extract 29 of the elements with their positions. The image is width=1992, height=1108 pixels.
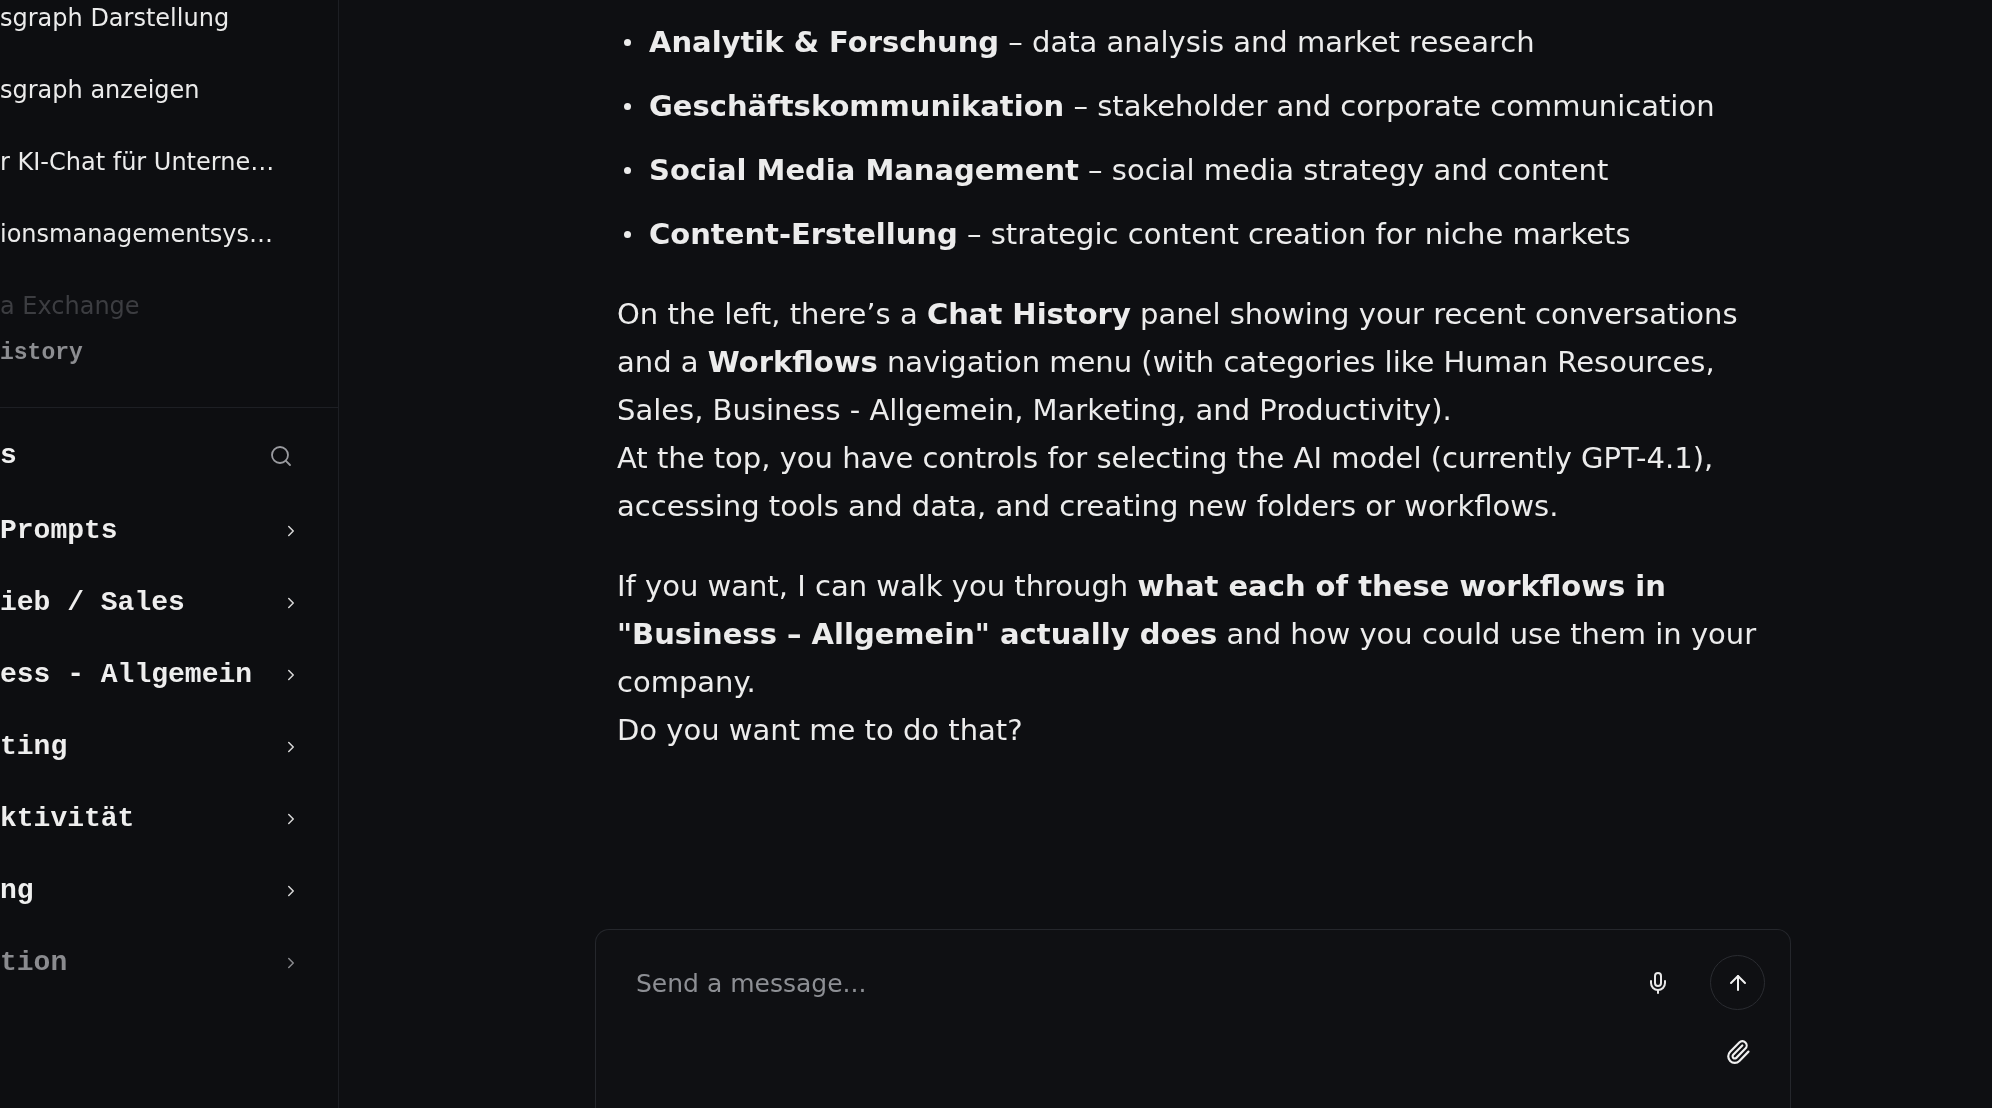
workflow-category[interactable]: ting xyxy=(0,731,68,763)
chat-history-item[interactable]: sgraph Darstellung xyxy=(0,3,230,33)
bullet-text: Content-Erstellung – strategic content creation for niche markets xyxy=(649,216,1631,253)
message-composer[interactable]: Send a message... xyxy=(595,929,1791,1108)
chat-history-item[interactable]: sgraph anzeigen xyxy=(0,75,200,105)
bullet-icon xyxy=(624,102,631,110)
message-paragraph: Do you want me to do that? xyxy=(617,712,1024,749)
bullet-text: Analytik & Forschung – data analysis and market research xyxy=(649,24,1535,61)
message-paragraph: If you want, I can walk you through what each of these workflows in "Business – Allgemein" actually does and how you could use them in your company. xyxy=(617,568,1758,701)
workflow-category[interactable]: Prompts xyxy=(0,515,118,547)
bullet-text: Geschäftskommunikation – stakeholder and corporate communication xyxy=(649,88,1715,125)
workflow-category[interactable]: ktivität xyxy=(0,803,135,835)
workflow-category[interactable]: ieb / Sales xyxy=(0,587,185,619)
workflow-category[interactable]: ess - Allgemein xyxy=(0,659,253,691)
chat-history-item[interactable]: r KI-Chat für Unterne… xyxy=(0,147,275,177)
workflow-category[interactable]: tion xyxy=(0,947,68,979)
section-heading: s xyxy=(0,440,17,472)
bullet-text: Social Media Management – social media strategy and content xyxy=(649,152,1609,189)
bullet-icon xyxy=(624,166,631,174)
bullet-icon xyxy=(624,230,631,238)
message-paragraph: At the top, you have controls for selecting the AI model (currently GPT-4.1), accessing tools and data, and creating new folders or workflows. xyxy=(617,440,1715,525)
message-paragraph: On the left, there’s a Chat History panel showing your recent conversations and a Workflows navigation menu (with categories like Human Resources, Sales, Business - Allgemein, Marketing, and Productivity). xyxy=(617,296,1739,429)
search-icon[interactable] xyxy=(269,444,293,468)
message-input[interactable]: Send a message... xyxy=(636,955,1638,1011)
bullet-icon xyxy=(624,38,631,46)
section-label: istory xyxy=(0,341,83,365)
paperclip-icon xyxy=(1724,1039,1751,1065)
chat-history-item[interactable]: ionsmanagementsys… xyxy=(0,219,274,249)
workflow-category[interactable]: ng xyxy=(0,875,34,907)
